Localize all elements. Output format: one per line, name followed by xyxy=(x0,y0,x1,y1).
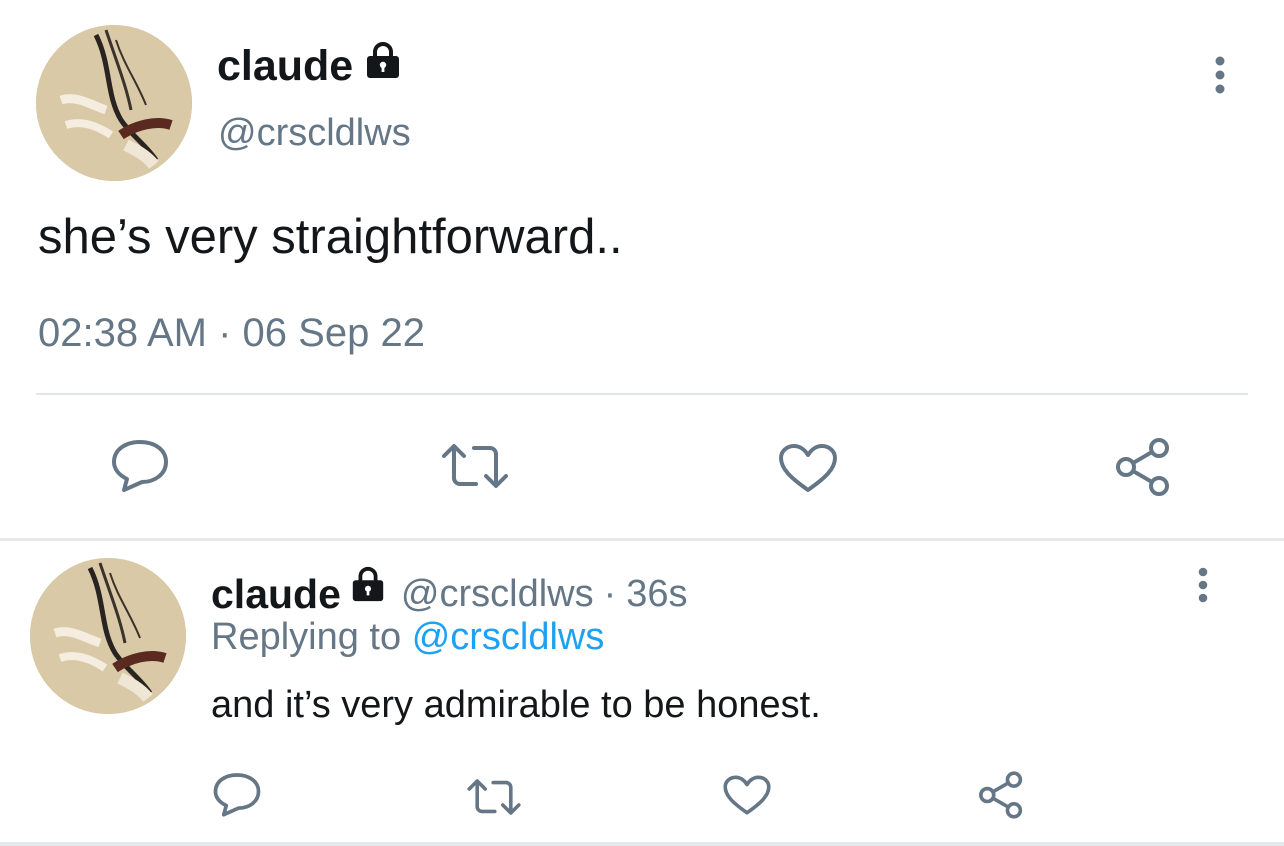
avatar[interactable] xyxy=(36,25,192,181)
display-name[interactable]: claude xyxy=(211,570,341,618)
retweet-button[interactable] xyxy=(466,776,522,818)
avatar[interactable] xyxy=(30,558,186,714)
like-button[interactable] xyxy=(722,774,772,816)
display-name-text[interactable]: claude xyxy=(217,41,353,91)
replying-to-label: Replying to xyxy=(211,616,402,658)
tweet-text: she’s very straightforward.. xyxy=(38,210,623,264)
retweet-icon xyxy=(467,779,521,815)
display-name[interactable]: claude xyxy=(217,40,403,91)
more-vertical-icon[interactable] xyxy=(1208,56,1232,94)
reply-button[interactable] xyxy=(212,770,262,818)
divider xyxy=(36,393,1248,395)
divider xyxy=(0,538,1284,541)
share-icon xyxy=(979,771,1023,819)
lock-icon xyxy=(363,40,403,91)
handle[interactable]: @crscldlws xyxy=(401,570,594,618)
tweet-text: and it’s very admirable to be honest. xyxy=(211,684,821,726)
heart-icon xyxy=(779,444,837,492)
replying-to: Replying to @crscldlws xyxy=(211,612,604,662)
reply-icon xyxy=(112,440,168,492)
reply-icon xyxy=(213,773,261,817)
share-icon xyxy=(1116,438,1169,496)
more-vertical-icon[interactable] xyxy=(1192,567,1214,603)
share-button[interactable] xyxy=(1112,436,1174,498)
retweet-button[interactable] xyxy=(440,440,510,492)
retweet-icon xyxy=(442,444,508,488)
divider xyxy=(0,842,1284,846)
handle[interactable]: @crscldlws xyxy=(218,110,411,156)
replying-to-handle-link[interactable]: @crscldlws xyxy=(412,616,605,658)
heart-icon xyxy=(723,775,771,815)
like-button[interactable] xyxy=(777,442,839,494)
reply-button[interactable] xyxy=(110,436,170,494)
separator-dot: · xyxy=(603,573,617,615)
share-button[interactable] xyxy=(976,770,1026,820)
tweet-age[interactable]: 36s xyxy=(626,570,687,618)
tweet-timestamp[interactable]: 02:38 AM · 06 Sep 22 xyxy=(38,308,425,358)
